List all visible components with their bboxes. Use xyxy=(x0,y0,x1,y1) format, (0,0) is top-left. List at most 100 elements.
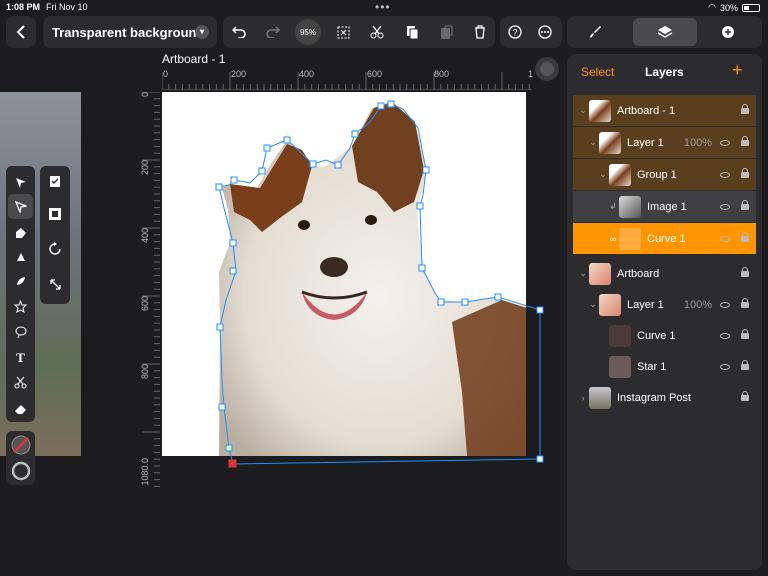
select-tool[interactable] xyxy=(10,172,31,193)
path-anchor xyxy=(263,144,271,152)
mask-link-icon[interactable]: ∞ xyxy=(607,234,619,244)
layer-name: Layer 1 xyxy=(627,298,664,311)
mask-image-icon xyxy=(49,208,61,220)
layer-name: Artboard - 1 xyxy=(617,104,676,117)
eye-icon[interactable] xyxy=(720,301,730,308)
eye-icon[interactable] xyxy=(720,139,730,146)
path-anchor xyxy=(536,455,544,463)
layer-row[interactable]: Curve 1 xyxy=(573,320,756,351)
layer-row[interactable]: ⌄ Artboard - 1 xyxy=(573,95,756,126)
scissors-tool-icon xyxy=(14,376,27,389)
layer-name: Image 1 xyxy=(647,200,687,213)
layer-opacity[interactable]: 100% xyxy=(684,299,712,311)
lock-icon[interactable] xyxy=(741,359,749,370)
layer-thumbnail xyxy=(619,195,641,218)
layer-row[interactable]: ⌄ Layer 1 100% xyxy=(573,127,756,158)
layer-thumbnail xyxy=(609,355,631,378)
shape-tool[interactable] xyxy=(10,296,31,317)
pen-tool[interactable] xyxy=(10,222,31,243)
lock-icon[interactable] xyxy=(741,266,749,277)
path-anchor xyxy=(218,403,226,411)
layers-header: Select Layers + xyxy=(567,54,762,88)
path-anchor xyxy=(418,264,426,272)
clipboard-button[interactable] xyxy=(45,171,65,191)
scale-button[interactable] xyxy=(45,274,65,294)
diagonal-arrow-icon xyxy=(49,278,61,290)
select-button[interactable]: Select xyxy=(581,65,614,79)
pencil-tool[interactable] xyxy=(10,246,31,267)
brush-tool-icon xyxy=(16,276,25,285)
lock-icon[interactable] xyxy=(741,231,749,242)
lock-icon[interactable] xyxy=(741,167,749,178)
disclosure-open-icon[interactable]: ⌄ xyxy=(587,299,599,310)
clip-icon[interactable]: ↲ xyxy=(607,201,619,212)
rotate-button[interactable] xyxy=(45,239,65,259)
pen-icon xyxy=(15,227,26,238)
layer-name: Curve 1 xyxy=(637,329,676,342)
eye-icon[interactable] xyxy=(720,332,730,339)
add-layer-button[interactable]: + xyxy=(732,60,743,81)
disclosure-closed-icon[interactable]: › xyxy=(577,393,589,403)
lock-icon[interactable] xyxy=(741,297,749,308)
eraser-tool[interactable] xyxy=(10,398,31,419)
eye-icon[interactable] xyxy=(720,363,730,370)
layer-name: Curve 1 xyxy=(647,232,686,245)
path-anchor xyxy=(229,267,237,275)
path-anchor-selected xyxy=(228,459,237,468)
path-anchor xyxy=(216,323,224,331)
layer-row[interactable]: ∞ Curve 1 xyxy=(573,223,756,254)
layer-row[interactable]: › Instagram Post xyxy=(573,382,756,413)
lasso-tool[interactable] xyxy=(10,322,31,343)
layer-name: Layer 1 xyxy=(627,136,664,149)
path-anchor xyxy=(387,100,395,108)
layers-list: ⌄ Artboard - 1 ⌄ Layer 1 100% ⌄ Group 1 ↲ Image … xyxy=(573,95,756,413)
layer-thumbnail xyxy=(599,131,621,154)
layer-row[interactable]: ⌄ Group 1 xyxy=(573,159,756,190)
layers-panel: Select Layers + ⌄ Artboard - 1 ⌄ Layer 1 100… xyxy=(567,54,762,570)
brush-tool[interactable] xyxy=(10,270,31,291)
lock-icon[interactable] xyxy=(741,199,749,210)
eye-icon[interactable] xyxy=(720,203,730,210)
disclosure-open-icon[interactable]: ⌄ xyxy=(587,137,599,148)
text-tool[interactable]: T xyxy=(10,347,31,368)
path-anchor xyxy=(437,298,445,306)
path-anchor xyxy=(215,183,223,191)
node-tool[interactable] xyxy=(8,194,33,219)
mask-button[interactable] xyxy=(45,204,65,224)
layer-thumbnail xyxy=(609,163,631,186)
path-anchor xyxy=(334,161,342,169)
layer-row[interactable]: ⌄ Artboard xyxy=(573,258,756,289)
scissors-tool[interactable] xyxy=(10,372,31,393)
path-anchor xyxy=(536,306,544,314)
lock-icon[interactable] xyxy=(741,328,749,339)
layer-thumbnail xyxy=(589,386,611,409)
path-anchor xyxy=(494,293,502,301)
layer-thumbnail xyxy=(589,262,611,285)
eye-icon[interactable] xyxy=(720,235,730,242)
tool-palette: T xyxy=(6,166,35,422)
lasso-icon xyxy=(15,326,26,339)
star-icon xyxy=(14,300,27,313)
eye-icon[interactable] xyxy=(720,171,730,178)
disclosure-open-icon[interactable]: ⌄ xyxy=(597,169,609,180)
lock-icon[interactable] xyxy=(741,390,749,401)
path-anchor xyxy=(309,160,317,168)
layer-opacity[interactable]: 100% xyxy=(684,137,712,149)
stroke-swatch[interactable] xyxy=(10,460,31,481)
layer-row[interactable]: Star 1 xyxy=(573,351,756,382)
layer-thumbnail xyxy=(599,293,621,316)
disclosure-open-icon[interactable]: ⌄ xyxy=(577,268,589,279)
layer-thumbnail xyxy=(609,324,631,347)
disclosure-open-icon[interactable]: ⌄ xyxy=(577,105,589,116)
layer-row[interactable]: ↲ Image 1 xyxy=(573,191,756,222)
layer-row[interactable]: ⌄ Layer 1 100% xyxy=(573,289,756,320)
layer-name: Group 1 xyxy=(637,168,677,181)
panel-title: Layers xyxy=(645,65,684,79)
eraser-icon xyxy=(15,404,26,414)
clipboard-check-icon xyxy=(50,176,60,187)
lock-icon[interactable] xyxy=(741,135,749,146)
path-anchor xyxy=(225,444,233,452)
fill-swatch[interactable] xyxy=(10,434,31,455)
lock-icon[interactable] xyxy=(741,103,749,114)
path-anchor xyxy=(377,102,385,110)
